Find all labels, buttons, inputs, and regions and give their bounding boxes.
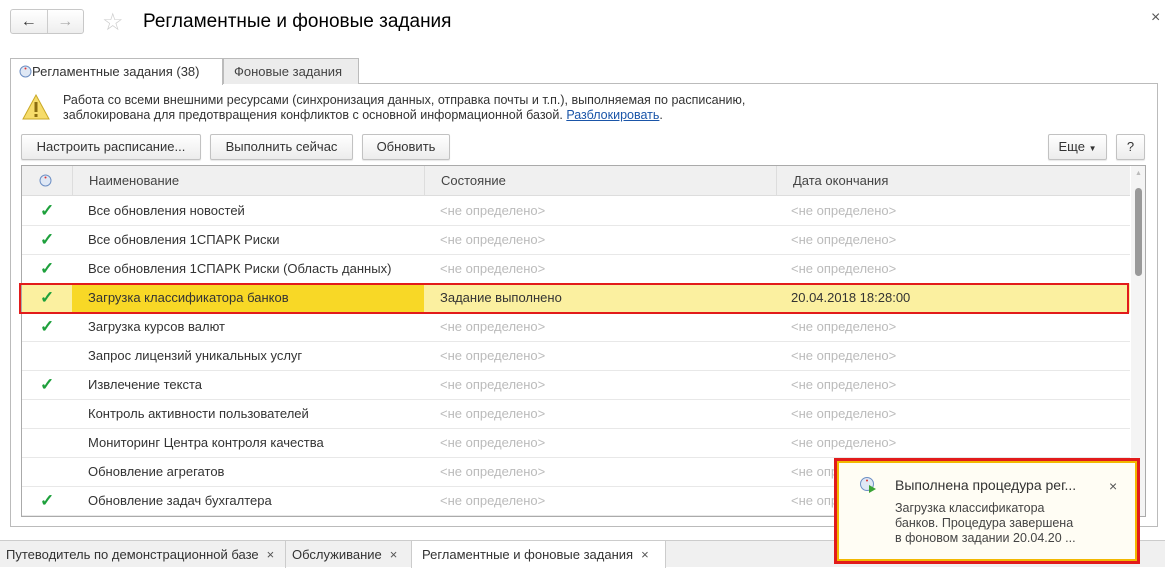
forward-button[interactable]: → (46, 10, 84, 33)
job-name: Мониторинг Центра контроля качества (88, 435, 324, 450)
table-row[interactable]: Запрос лицензий уникальных услуг <не опре… (22, 342, 1130, 371)
table-row[interactable]: ✓ Все обновления новостей <не определено> <… (22, 197, 1130, 226)
status-column-header[interactable] (22, 166, 72, 196)
job-state: <не определено> (440, 319, 546, 334)
check-icon: ✓ (40, 491, 55, 510)
job-name: Все обновления 1СПАРК Риски (Область дан… (88, 261, 392, 276)
check-icon: ✓ (40, 201, 55, 220)
job-state: <не определено> (440, 464, 546, 479)
column-header-date[interactable]: Дата окончания (776, 166, 1130, 196)
notification-close-button[interactable]: × (1109, 478, 1117, 494)
table-row[interactable]: ✓ Все обновления 1СПАРК Риски <не определе… (22, 226, 1130, 255)
configure-schedule-button[interactable]: Настроить расписание... (21, 134, 201, 160)
job-name: Обновление агрегатов (88, 464, 225, 479)
notification-text: Загрузка классификатора банков. Процедур… (895, 501, 1076, 546)
help-button[interactable]: ? (1116, 134, 1145, 160)
job-name: Все обновления новостей (88, 203, 245, 218)
job-end-date: <не определено> (791, 203, 897, 218)
notification-line: в фоновом задании 20.04.20 ... (895, 531, 1076, 545)
table-header: Наименование Состояние Дата окончания (22, 166, 1130, 196)
notification-popup[interactable]: Выполнена процедура рег... × Загрузка кл… (834, 458, 1140, 564)
table-row[interactable]: Контроль активности пользователей <не опр… (22, 400, 1130, 429)
refresh-button[interactable]: Обновить (362, 134, 450, 160)
column-header-name[interactable]: Наименование (72, 166, 424, 196)
warning-icon (22, 94, 50, 120)
window-tab-label: Обслуживание (292, 547, 382, 562)
clock-icon (19, 65, 32, 78)
window-tab-guide[interactable]: Путеводитель по демонстрационной базе × (0, 541, 286, 568)
scheduled-job-run-icon (860, 477, 876, 493)
job-state: <не определено> (440, 232, 546, 247)
unlock-link[interactable]: Разблокировать (566, 108, 659, 122)
job-end-date: <не определено> (791, 319, 897, 334)
tab-label: Регламентные задания (38) (32, 64, 200, 79)
more-label: Еще (1058, 139, 1085, 154)
table-row[interactable]: ✓ Загрузка курсов валют <не определено> <не… (22, 313, 1130, 342)
check-icon: ✓ (40, 230, 55, 249)
warning-end: . (659, 108, 663, 122)
job-state: <не определено> (440, 377, 546, 392)
window-tab-maintenance[interactable]: Обслуживание × (286, 541, 412, 568)
window-tab-jobs[interactable]: Регламентные и фоновые задания × (412, 541, 666, 568)
job-state: <не определено> (440, 435, 546, 450)
scrollbar-thumb[interactable] (1135, 188, 1142, 276)
job-name: Извлечение текста (88, 377, 202, 392)
check-icon: ✓ (40, 317, 55, 336)
favorite-star-icon[interactable]: ☆ (102, 8, 124, 37)
table-row[interactable]: ✓ Все обновления 1СПАРК Риски (Область да… (22, 255, 1130, 284)
back-button[interactable]: ← (11, 10, 47, 33)
run-now-button[interactable]: Выполнить сейчас (210, 134, 353, 160)
job-end-date: <не определено> (791, 435, 897, 450)
window-tab-label: Регламентные и фоновые задания (422, 547, 634, 562)
clock-icon (39, 174, 52, 187)
close-icon[interactable]: × (267, 547, 275, 562)
check-icon: ✓ (40, 259, 55, 278)
dropdown-arrow-icon: ▼ (1088, 144, 1097, 153)
job-state: <не определено> (440, 203, 546, 218)
job-state: <не определено> (440, 348, 546, 363)
job-name: Все обновления 1СПАРК Риски (88, 232, 280, 247)
job-name: Загрузка курсов валют (88, 319, 225, 334)
tab-scheduled-jobs[interactable]: Регламентные задания (38) (10, 58, 223, 85)
window-tab-label: Путеводитель по демонстрационной базе (6, 547, 259, 562)
job-state: <не определено> (440, 406, 546, 421)
job-name: Контроль активности пользователей (88, 406, 309, 421)
column-header-state[interactable]: Состояние (424, 166, 776, 196)
warning-message: Работа со всеми внешними ресурсами (синх… (63, 93, 745, 123)
warning-line1: Работа со всеми внешними ресурсами (синх… (63, 93, 746, 107)
job-end-date: <не определено> (791, 232, 897, 247)
scroll-up-icon[interactable]: ▲ (1135, 170, 1142, 177)
job-state: <не определено> (440, 261, 546, 276)
close-window-button[interactable]: × (1151, 9, 1160, 27)
table-row[interactable]: ✓ Извлечение текста <не определено> <не опр… (22, 371, 1130, 400)
close-icon[interactable]: × (390, 547, 398, 562)
notification-line: Загрузка классификатора (895, 501, 1045, 515)
job-end-date: <не определено> (791, 348, 897, 363)
page-title: Регламентные и фоновые задания (143, 11, 452, 32)
job-name: Обновление задач бухгалтера (88, 493, 272, 508)
job-end-date: <не определено> (791, 377, 897, 392)
job-state: <не определено> (440, 493, 546, 508)
warning-line2: заблокирована для предотвращения конфлик… (63, 108, 563, 122)
job-end-date: <не определено> (791, 261, 897, 276)
job-end-date: <не определено> (791, 406, 897, 421)
tab-background-jobs[interactable]: Фоновые задания (223, 58, 359, 84)
table-row[interactable]: Мониторинг Центра контроля качества <не о… (22, 429, 1130, 458)
check-icon: ✓ (40, 375, 55, 394)
nav-buttons: ← → (10, 9, 84, 34)
notification-line: банков. Процедура завершена (895, 516, 1074, 530)
notification-border: Выполнена процедура рег... × Загрузка кл… (837, 461, 1137, 561)
notification-title[interactable]: Выполнена процедура рег... (895, 477, 1076, 493)
close-icon[interactable]: × (641, 547, 649, 562)
highlight-box (19, 283, 1129, 314)
job-name: Запрос лицензий уникальных услуг (88, 348, 303, 363)
more-button[interactable]: Еще ▼ (1048, 134, 1107, 160)
